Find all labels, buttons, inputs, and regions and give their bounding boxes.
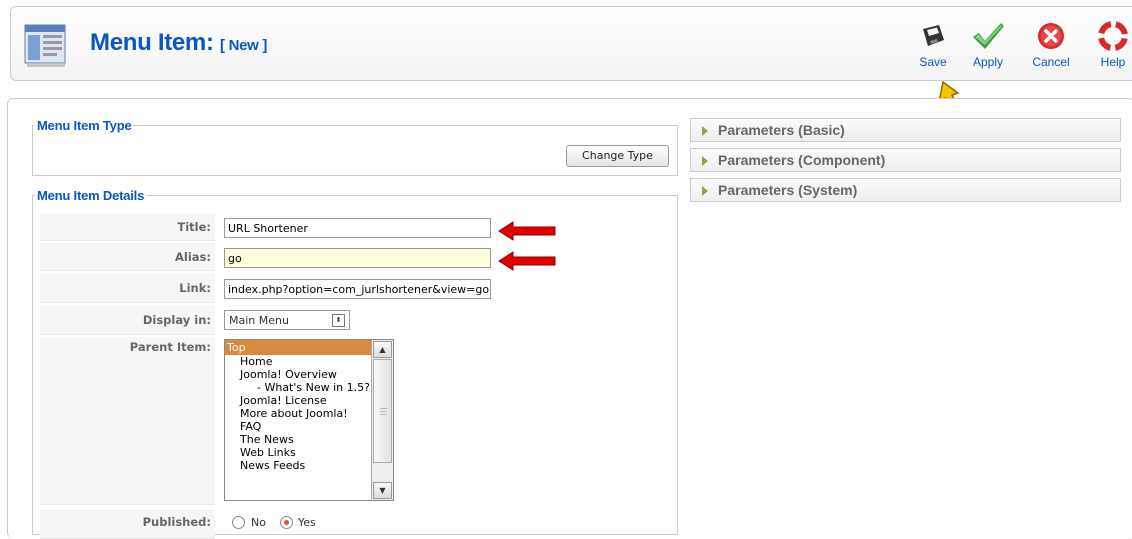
- change-type-button[interactable]: Change Type: [566, 145, 669, 167]
- published-no-radio[interactable]: [232, 516, 245, 529]
- parameters-basic-panel[interactable]: Parameters (Basic): [690, 118, 1121, 142]
- parent-option-news-feeds[interactable]: News Feeds: [225, 459, 393, 472]
- parent-item-listbox[interactable]: Top Home Joomla! Overview - What's New i…: [224, 339, 394, 501]
- help-label: Help: [1100, 55, 1126, 69]
- apply-label: Apply: [972, 55, 1004, 69]
- parent-option-joomla-overview[interactable]: Joomla! Overview: [225, 368, 393, 381]
- save-button[interactable]: Save: [908, 21, 958, 69]
- title-field[interactable]: URL Shortener: [224, 218, 491, 238]
- toolbar: Menu Item: [ New ] Save Apply Cancel Hel…: [10, 6, 1132, 81]
- listbox-scrollbar[interactable]: ▲ ▼: [371, 340, 393, 500]
- parameters-basic-label: Parameters (Basic): [718, 122, 845, 138]
- expand-triangle-icon: [702, 126, 708, 136]
- cancel-x-icon: [1038, 23, 1064, 49]
- parameters-system-label: Parameters (System): [718, 182, 858, 198]
- alias-pointer-arrow: [498, 251, 556, 271]
- help-button[interactable]: Help: [1088, 21, 1132, 69]
- scrollbar-thumb[interactable]: [373, 359, 392, 463]
- select-arrows-icon: ⬍: [332, 314, 345, 327]
- cancel-label: Cancel: [1032, 55, 1070, 69]
- parent-option-home[interactable]: Home: [225, 355, 393, 368]
- display-in-select[interactable]: Main Menu ⬍: [224, 310, 350, 330]
- save-label: Save: [919, 55, 947, 69]
- title-label: Title:: [40, 213, 215, 241]
- title-pointer-arrow: [498, 221, 556, 241]
- parameters-system-panel[interactable]: Parameters (System): [690, 178, 1121, 202]
- published-yes-radio[interactable]: [280, 516, 293, 529]
- parent-option-web-links[interactable]: Web Links: [225, 446, 393, 459]
- alias-field[interactable]: go: [224, 248, 491, 268]
- menu-item-details-legend: Menu Item Details: [37, 188, 145, 203]
- page-subtitle: [ New ]: [220, 37, 268, 54]
- menu-manager-icon: [24, 24, 66, 67]
- cancel-button[interactable]: Cancel: [1026, 21, 1076, 69]
- published-no-label: No: [251, 516, 266, 529]
- expand-triangle-icon: [702, 156, 708, 166]
- link-label: Link:: [40, 273, 215, 303]
- parameters-component-panel[interactable]: Parameters (Component): [690, 148, 1121, 172]
- menu-item-type-legend: Menu Item Type: [37, 118, 132, 133]
- parameters-component-label: Parameters (Component): [718, 152, 886, 168]
- parent-option-top[interactable]: Top: [225, 340, 393, 355]
- published-yes-label: Yes: [298, 516, 316, 529]
- apply-button[interactable]: Apply: [963, 21, 1013, 69]
- published-label: Published:: [40, 509, 215, 539]
- parent-option-faq[interactable]: FAQ: [225, 420, 393, 433]
- parent-option-the-news[interactable]: The News: [225, 433, 393, 446]
- floppy-save-icon: [923, 25, 944, 46]
- lifebuoy-help-icon: [1098, 21, 1128, 51]
- parent-option-more-about-joomla[interactable]: More about Joomla!: [225, 407, 393, 420]
- link-field[interactable]: index.php?option=com_jurlshortener&view=…: [224, 279, 491, 299]
- page-title: Menu Item: [ New ]: [90, 29, 267, 57]
- page-title-text: Menu Item:: [90, 29, 214, 56]
- expand-triangle-icon: [702, 186, 708, 196]
- scroll-down-icon[interactable]: ▼: [373, 482, 392, 499]
- parent-item-label: Parent Item:: [40, 337, 215, 505]
- display-in-label: Display in:: [40, 305, 215, 335]
- alias-label: Alias:: [40, 243, 215, 271]
- display-in-value: Main Menu: [229, 314, 289, 327]
- checkmark-apply-icon: [973, 23, 1004, 49]
- parent-option-joomla-license[interactable]: Joomla! License: [225, 394, 393, 407]
- parent-option-whats-new[interactable]: - What's New in 1.5?: [225, 381, 393, 394]
- scroll-up-icon[interactable]: ▲: [373, 341, 392, 358]
